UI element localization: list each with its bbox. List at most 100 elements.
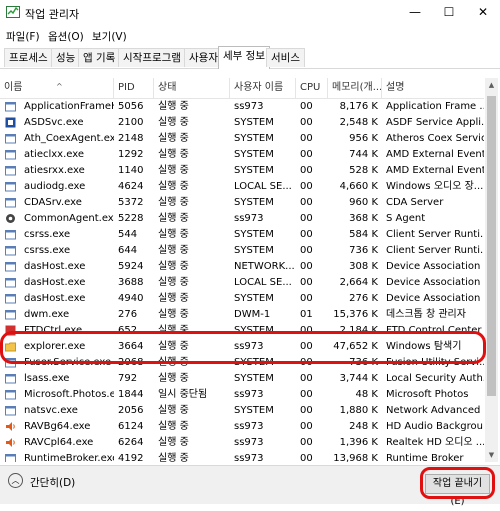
end-task-button[interactable]: 작업 끝내기(E): [425, 474, 490, 507]
cell-pid: 1292: [118, 149, 144, 160]
cell-status: 실행 중: [158, 341, 189, 352]
cell-cpu: 00: [300, 261, 313, 272]
table-row[interactable]: ASDSvc.exe 2100 실행 중 SYSTEM 00 2,548 K ASDF Se…: [0, 115, 484, 131]
menu-bar: 파일(F) 옵션(O) 보기(V): [0, 26, 500, 46]
tab-details[interactable]: 세부 정보: [218, 46, 270, 69]
cell-status: 실행 중: [158, 277, 189, 288]
table-row[interactable]: RuntimeBroker.exe 4192 실행 중 ss973 00 13,968 K…: [0, 451, 484, 462]
table-row[interactable]: dasHost.exe 4940 실행 중 SYSTEM 00 276 K Device A…: [0, 291, 484, 307]
process-icon: [5, 325, 16, 336]
cell-desc: Windows 오디오 장...: [386, 181, 484, 192]
scrollbar-thumb[interactable]: [487, 96, 496, 396]
process-icon: [5, 406, 16, 416]
tab-strip: 프로세스 성능 앱 기록 시작프로그램 사용자 세부 정보 서비스: [0, 46, 500, 69]
table-row[interactable]: CDASrv.exe 5372 실행 중 SYSTEM 00 960 K CDA Serve…: [0, 195, 484, 211]
cell-desc: 데스크톱 창 관리자: [386, 309, 466, 320]
column-header-memory[interactable]: 메모리(개...: [328, 78, 382, 98]
chevron-up-icon[interactable]: ︿: [8, 473, 23, 488]
cell-desc: FTD Control Center: [386, 325, 482, 336]
cell-user: SYSTEM: [234, 165, 274, 176]
cell-pid: 3688: [118, 277, 144, 288]
cell-name: natsvc.exe: [24, 405, 78, 416]
cell-status: 실행 중: [158, 213, 189, 224]
tab-app-history[interactable]: 앱 기록: [78, 48, 121, 67]
tab-performance[interactable]: 성능: [51, 48, 81, 67]
cell-status: 실행 중: [158, 181, 189, 192]
cell-cpu: 00: [300, 277, 313, 288]
window-title: 작업 관리자: [25, 8, 80, 21]
table-row[interactable]: lsass.exe 792 실행 중 SYSTEM 00 3,744 K Local Sec…: [0, 371, 484, 387]
minimize-button[interactable]: —: [398, 0, 432, 24]
table-row[interactable]: RAVBg64.exe 6124 실행 중 ss973 00 248 K HD Audio …: [0, 419, 484, 435]
cell-name: atieclxx.exe: [24, 149, 85, 160]
column-header-name[interactable]: 이름 ^: [0, 78, 114, 98]
cell-pid: 5924: [118, 261, 144, 272]
process-icon: [5, 374, 16, 384]
cell-mem: 368 K: [349, 213, 378, 224]
menu-file[interactable]: 파일(F): [6, 29, 40, 44]
close-button[interactable]: ✕: [466, 0, 500, 24]
process-icon: [5, 390, 16, 400]
cell-status: 실행 중: [158, 421, 189, 432]
cell-status: 실행 중: [158, 117, 189, 128]
table-row[interactable]: dwm.exe 276 실행 중 DWM-1 01 15,376 K 데스크톱 창 관리자: [0, 307, 484, 323]
column-header-cpu[interactable]: CPU: [296, 78, 328, 98]
table-row[interactable]: atieclxx.exe 1292 실행 중 SYSTEM 00 744 K AMD Ext…: [0, 147, 484, 163]
cell-desc: CDA Server: [386, 197, 444, 208]
process-icon: [6, 422, 15, 431]
column-header-status[interactable]: 상태: [154, 78, 230, 98]
menu-view[interactable]: 보기(V): [92, 29, 127, 44]
tab-services[interactable]: 서비스: [266, 48, 305, 67]
process-icon: [5, 134, 16, 144]
cell-cpu: 00: [300, 405, 313, 416]
table-header: 이름 ^ PID 상태 사용자 이름 CPU 메모리(개... 설명: [0, 78, 484, 99]
cell-cpu: 00: [300, 117, 313, 128]
column-header-user[interactable]: 사용자 이름: [230, 78, 296, 98]
cell-user: ss973: [234, 389, 264, 400]
cell-desc: Application Frame ...: [386, 101, 484, 112]
tab-startup[interactable]: 시작프로그램: [118, 48, 186, 67]
table-row[interactable]: Microsoft.Photos.exe 1844 일시 중단됨 ss973 00 48 …: [0, 387, 484, 403]
cell-mem: 1,396 K: [339, 437, 378, 448]
cell-desc: HD Audio Backgrou...: [386, 421, 484, 432]
table-row[interactable]: explorer.exe 3664 실행 중 ss973 00 47,652 K Windo…: [0, 339, 484, 355]
cell-pid: 5372: [118, 197, 144, 208]
table-row[interactable]: csrss.exe 544 실행 중 SYSTEM 00 584 K Client Serv…: [0, 227, 484, 243]
table-row[interactable]: CommonAgent.exe 5228 실행 중 ss973 00 368 K S Age…: [0, 211, 484, 227]
cell-pid: 6264: [118, 437, 144, 448]
cell-status: 실행 중: [158, 437, 189, 448]
cell-pid: 4192: [118, 453, 144, 462]
tab-processes[interactable]: 프로세스: [4, 48, 53, 67]
fewer-details-link[interactable]: 간단히(D): [30, 475, 75, 490]
table-row[interactable]: csrss.exe 644 실행 중 SYSTEM 00 736 K Client Serv…: [0, 243, 484, 259]
scroll-down-icon[interactable]: ▼: [485, 448, 498, 462]
table-row[interactable]: natsvc.exe 2056 실행 중 SYSTEM 00 1,880 K Network…: [0, 403, 484, 419]
maximize-button[interactable]: ☐: [432, 0, 466, 24]
cell-desc: AMD External Event...: [386, 149, 484, 160]
cell-mem: 744 K: [349, 149, 378, 160]
table-row[interactable]: Fuser.Service.exe 2068 실행 중 SYSTEM 00 736 K Fu…: [0, 355, 484, 371]
table-row[interactable]: atiesrxx.exe 1140 실행 중 SYSTEM 00 528 K AMD Ext…: [0, 163, 484, 179]
table-row[interactable]: dasHost.exe 5924 실행 중 NETWORK... 00 308 K Devi…: [0, 259, 484, 275]
column-header-description[interactable]: 설명: [382, 78, 484, 98]
cell-status: 실행 중: [158, 309, 189, 320]
cell-status: 일시 중단됨: [158, 389, 208, 400]
table-row[interactable]: FTDCtrl.exe 652 실행 중 SYSTEM 00 2,184 K FTD Con…: [0, 323, 484, 339]
cell-mem: 528 K: [349, 165, 378, 176]
column-header-pid[interactable]: PID: [114, 78, 154, 98]
menu-options[interactable]: 옵션(O): [48, 29, 84, 44]
table-row[interactable]: audiodg.exe 4624 실행 중 LOCAL SE... 00 4,660 K W…: [0, 179, 484, 195]
sort-up-icon: ^: [56, 82, 63, 91]
table-row[interactable]: dasHost.exe 3688 실행 중 LOCAL SE... 00 2,664 K D…: [0, 275, 484, 291]
table-row[interactable]: ApplicationFrameHo... 5056 실행 중 ss973 00 8,17…: [0, 99, 484, 115]
table-row[interactable]: Ath_CoexAgent.exe 2148 실행 중 SYSTEM 00 956 K At…: [0, 131, 484, 147]
cell-name: dasHost.exe: [24, 293, 86, 304]
cell-desc: Client Server Runti...: [386, 229, 484, 240]
cell-status: 실행 중: [158, 245, 189, 256]
cell-mem: 584 K: [349, 229, 378, 240]
scroll-up-icon[interactable]: ▲: [485, 78, 498, 92]
vertical-scrollbar[interactable]: ▲ ▼: [485, 78, 498, 462]
cell-status: 실행 중: [158, 261, 189, 272]
cell-name: Microsoft.Photos.exe: [24, 389, 114, 400]
table-row[interactable]: RAVCpl64.exe 6264 실행 중 ss973 00 1,396 K Realte…: [0, 435, 484, 451]
